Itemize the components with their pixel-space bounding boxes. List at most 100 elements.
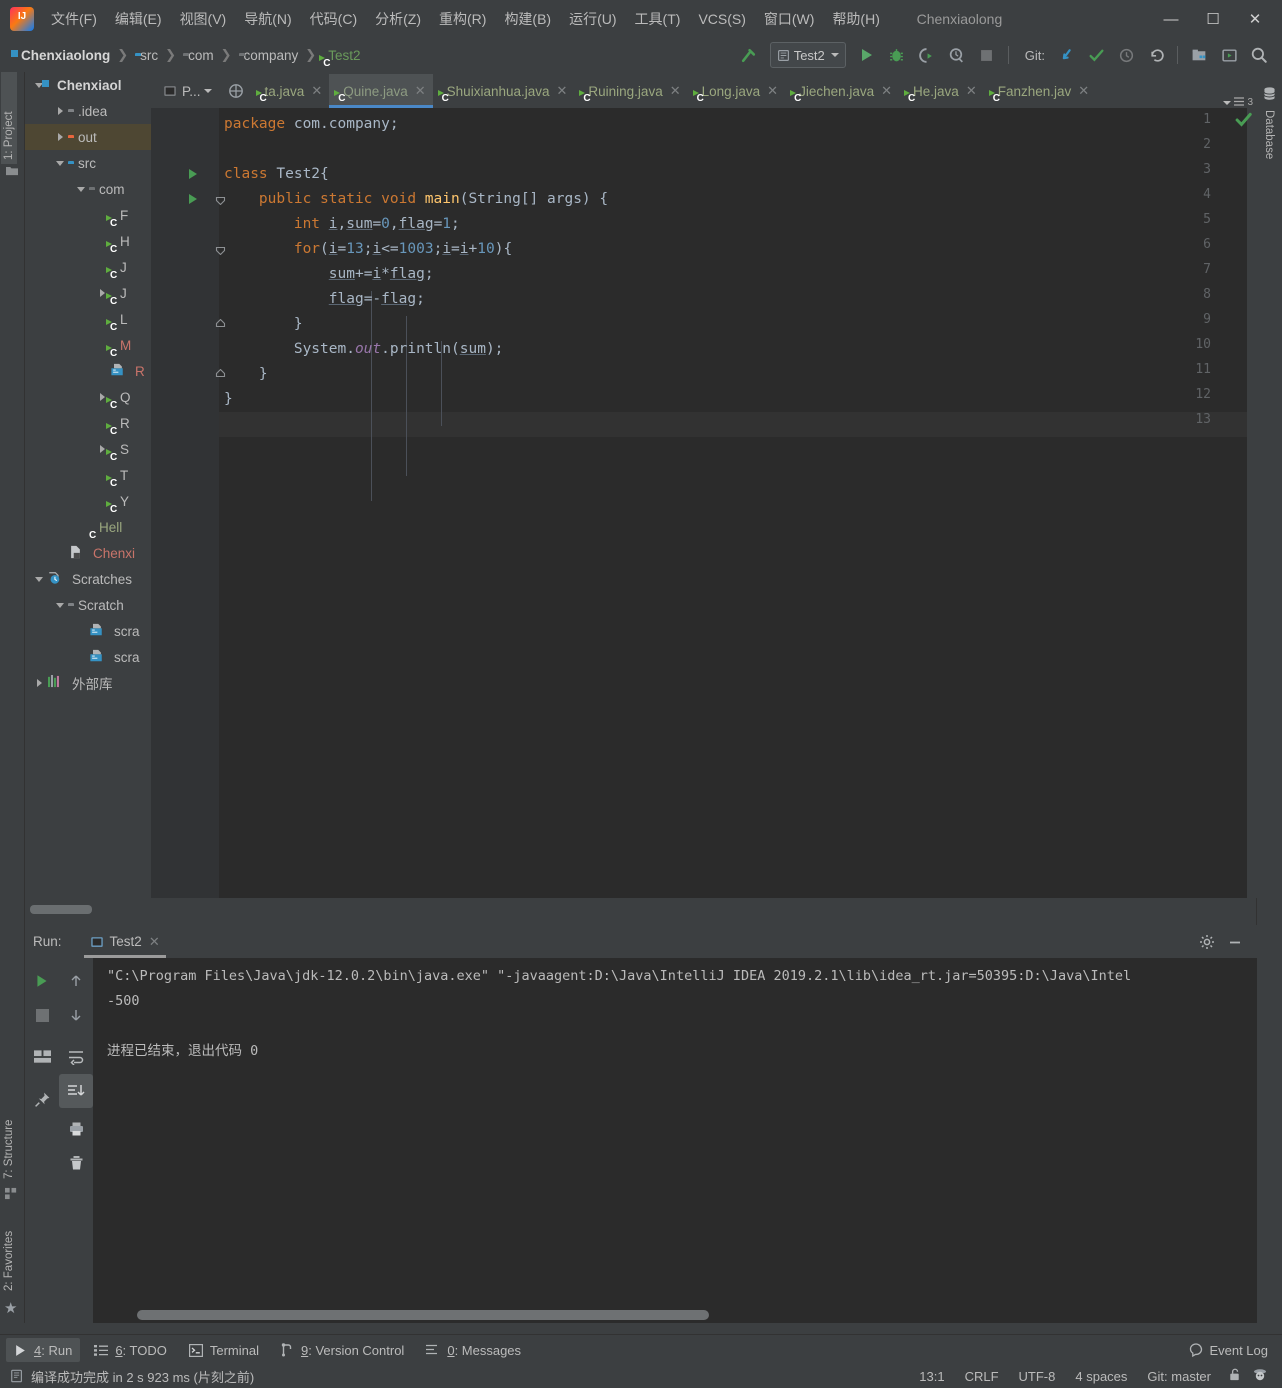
gutter-run-icon[interactable] (189, 194, 197, 204)
event-log-button[interactable]: Event Log (1188, 1342, 1268, 1358)
menu-help[interactable]: 帮助(H) (823, 6, 888, 32)
chevron-right-icon[interactable] (52, 133, 68, 141)
chevron-down-icon[interactable] (52, 160, 68, 166)
close-icon[interactable]: ✕ (966, 83, 977, 99)
build-hammer-icon[interactable] (734, 41, 764, 69)
locate-in-tree-button[interactable] (219, 74, 251, 108)
menu-analyze[interactable]: 分析(Z) (366, 6, 430, 32)
code-editor[interactable]: 1 2 3 4 5 6 7 8 9 10 11 12 13 package com.company; cl… (151, 108, 1257, 898)
tree-node[interactable]: L (25, 306, 151, 332)
editor-tab-he[interactable]: He.java ✕ (899, 74, 984, 108)
down-arrow-icon[interactable] (59, 998, 93, 1032)
chevron-down-icon[interactable] (52, 602, 68, 608)
tree-node[interactable]: F (25, 202, 151, 228)
search-everywhere-icon[interactable] (1244, 41, 1274, 69)
menu-vcs[interactable]: VCS(S) (689, 8, 754, 30)
menu-build[interactable]: 构建(B) (495, 6, 560, 32)
vcs-commit-icon[interactable] (1081, 41, 1111, 69)
close-icon[interactable]: ✕ (1078, 83, 1089, 99)
maximize-button[interactable]: ☐ (1192, 4, 1234, 34)
run-tab-test2[interactable]: Test2 ✕ (83, 926, 166, 958)
project-view-mode-button[interactable]: P... (151, 74, 219, 108)
project-structure-icon[interactable] (1184, 41, 1214, 69)
menu-navigate[interactable]: 导航(N) (235, 6, 300, 32)
inspection-widget[interactable] (1234, 110, 1254, 133)
tree-node[interactable]: T (25, 462, 151, 488)
menu-edit[interactable]: 编辑(E) (106, 6, 171, 32)
close-icon[interactable]: ✕ (670, 83, 681, 99)
chevron-down-icon[interactable] (203, 89, 212, 93)
caret-position[interactable]: 13:1 (909, 1369, 954, 1384)
close-icon[interactable]: ✕ (557, 83, 568, 99)
breadcrumb-item-com[interactable]: com (179, 46, 218, 65)
close-icon[interactable]: ✕ (767, 83, 778, 99)
bottom-tab-run[interactable]: 4: Run (6, 1338, 81, 1362)
tree-node[interactable]: scra (25, 618, 151, 644)
editor-tab-shuixianhua[interactable]: Shuixianhua.java ✕ (433, 74, 575, 108)
tree-node[interactable]: R (25, 358, 151, 384)
vcs-update-icon[interactable] (1051, 41, 1081, 69)
minimize-icon[interactable] (1221, 929, 1249, 955)
vcs-rollback-icon[interactable] (1141, 41, 1171, 69)
tool-button-database[interactable]: Database (1261, 106, 1277, 184)
editor-scrollbar[interactable] (1247, 108, 1257, 898)
editor-tab-quine[interactable]: Quine.java ✕ (329, 74, 434, 108)
minimize-button[interactable]: — (1150, 4, 1192, 34)
close-icon[interactable]: ✕ (149, 934, 160, 950)
tree-node[interactable]: Hell (25, 514, 151, 540)
menu-code[interactable]: 代码(C) (301, 6, 366, 32)
code-text[interactable]: package com.company; class Test2{ public … (219, 108, 1257, 898)
bottom-tab-version-control[interactable]: 9: Version Control (273, 1338, 412, 1362)
file-encoding[interactable]: UTF-8 (1009, 1369, 1066, 1384)
tree-node[interactable]: H (25, 228, 151, 254)
pin-icon[interactable] (25, 1082, 59, 1116)
tree-node[interactable]: M (25, 332, 151, 358)
tree-node[interactable]: .idea (25, 98, 151, 124)
chevron-right-icon[interactable] (31, 679, 47, 687)
close-button[interactable]: ✕ (1234, 4, 1276, 34)
indent-setting[interactable]: 4 spaces (1065, 1369, 1137, 1384)
tree-node[interactable]: J (25, 254, 151, 280)
tree-node[interactable]: com (25, 176, 151, 202)
debug-icon[interactable] (882, 41, 912, 69)
menu-run[interactable]: 运行(U) (560, 6, 625, 32)
chevron-down-icon[interactable] (830, 53, 839, 57)
tool-button-favorites[interactable]: 2: Favorites (1, 1191, 17, 1295)
run-configuration-selector[interactable]: Test2 (769, 42, 846, 68)
up-arrow-icon[interactable] (59, 964, 93, 998)
gear-icon[interactable] (1193, 929, 1221, 955)
tree-node[interactable]: R (25, 410, 151, 436)
trash-icon[interactable] (59, 1146, 93, 1180)
chevron-down-icon[interactable] (1223, 100, 1232, 105)
bottom-tab-messages[interactable]: 0: Messages (418, 1338, 529, 1362)
breadcrumb-item-company[interactable]: company (235, 46, 303, 65)
tree-node[interactable]: Chenxi (25, 540, 151, 566)
tree-node[interactable]: 外部库 (25, 670, 151, 696)
layout-icon[interactable] (25, 1040, 59, 1074)
editor-tab-long[interactable]: Long.java ✕ (688, 74, 785, 108)
select-in-icon[interactable] (1214, 41, 1244, 69)
menu-view[interactable]: 视图(V) (171, 6, 236, 32)
menu-refactor[interactable]: 重构(R) (430, 6, 495, 32)
breadcrumb-item-src[interactable]: src (131, 46, 162, 65)
chevron-down-icon[interactable] (31, 576, 47, 582)
editor-tab-ta[interactable]: ta.java ✕ (251, 74, 330, 108)
unlocked-icon[interactable] (1221, 1367, 1248, 1385)
line-separator[interactable]: CRLF (955, 1369, 1009, 1384)
gutter-run-icon[interactable] (189, 169, 197, 179)
project-tree-horizontal-scrollbar[interactable] (30, 905, 92, 914)
menu-window[interactable]: 窗口(W) (755, 6, 824, 32)
console-horizontal-scrollbar[interactable] (137, 1310, 709, 1320)
breadcrumb-item-test2[interactable]: Test2 (319, 46, 364, 65)
tool-button-structure[interactable]: 7: Structure (1, 1071, 17, 1183)
console-output[interactable]: "C:\Program Files\Java\jdk-12.0.2\bin\ja… (93, 958, 1257, 1323)
tree-node[interactable]: scra (25, 644, 151, 670)
tree-node[interactable]: J (25, 280, 151, 306)
menu-file[interactable]: 文件(F) (42, 6, 106, 32)
editor-tab-ruining[interactable]: Ruining.java ✕ (574, 74, 687, 108)
chevron-right-icon[interactable] (52, 107, 68, 115)
breadcrumb-item-chenxiaolong[interactable]: Chenxiaolong (12, 46, 114, 65)
scroll-to-end-icon[interactable] (59, 1074, 93, 1108)
bottom-tab-terminal[interactable]: Terminal (181, 1338, 267, 1362)
tree-node[interactable]: Chenxiaol (25, 72, 151, 98)
